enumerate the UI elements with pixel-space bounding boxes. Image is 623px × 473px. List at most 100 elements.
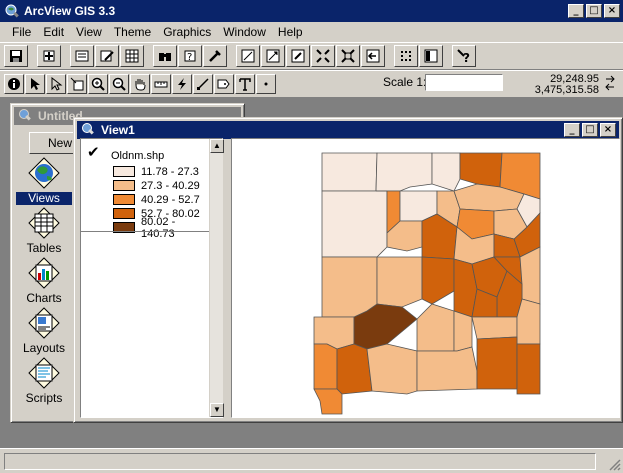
app-title: ArcView GIS 3.3 xyxy=(24,4,116,18)
doc-type-layouts-label: Layouts xyxy=(22,341,66,355)
zoom-out-icon[interactable] xyxy=(336,45,360,67)
edit-legend-icon[interactable] xyxy=(95,45,119,67)
identify-icon[interactable] xyxy=(4,74,24,94)
project-window-icon xyxy=(18,108,34,124)
table-of-contents: ✔ Oldnm.shp 11.78 - 27.3 27.3 - 40.29 40… xyxy=(80,138,224,418)
scripts-icon xyxy=(27,356,61,390)
legend-swatch-1 xyxy=(113,166,135,177)
select-feature-icon[interactable] xyxy=(67,74,87,94)
menu-window[interactable]: Window xyxy=(217,25,272,39)
maximize-button[interactable]: □ xyxy=(586,4,602,18)
add-theme-icon[interactable] xyxy=(37,45,61,67)
menu-bar: File Edit View Theme Graphics Window Hel… xyxy=(0,22,623,42)
status-message xyxy=(4,453,596,470)
menu-edit[interactable]: Edit xyxy=(37,25,70,39)
theme-visible-checkbox[interactable]: ✔ xyxy=(87,144,103,160)
view-maximize-button[interactable]: □ xyxy=(582,123,598,137)
resize-grip-icon[interactable] xyxy=(607,457,621,471)
find-icon[interactable] xyxy=(153,45,177,67)
legend-class-1: 11.78 - 27.3 xyxy=(113,165,199,178)
app-title-bar[interactable]: ArcView GIS 3.3 _ □ × xyxy=(0,0,623,22)
zoom-out-tool-icon[interactable] xyxy=(109,74,129,94)
zoom-to-selected-icon[interactable] xyxy=(286,45,310,67)
charts-icon xyxy=(27,256,61,290)
menu-view[interactable]: View xyxy=(70,25,108,39)
coordinate-y: 3,475,315.58 xyxy=(534,84,599,96)
clear-selected-icon[interactable] xyxy=(419,45,443,67)
view-window: View1 _ □ × ✔ Oldnm.shp 11.78 - 27.3 27.… xyxy=(73,117,623,423)
doc-type-tables-label: Tables xyxy=(26,241,62,255)
close-button[interactable]: × xyxy=(604,4,620,18)
theme-properties-icon[interactable] xyxy=(70,45,94,67)
scroll-up-button[interactable]: ▲ xyxy=(210,139,224,153)
legend-swatch-2 xyxy=(113,180,135,191)
pointer-icon[interactable] xyxy=(25,74,45,94)
document-type-list: Views Tables Charts Layouts Scripts xyxy=(16,152,72,410)
map-display[interactable] xyxy=(231,138,620,418)
text-icon[interactable] xyxy=(235,74,255,94)
theme-entry[interactable]: ✔ Oldnm.shp 11.78 - 27.3 27.3 - 40.29 40… xyxy=(83,141,209,240)
arcview-globe-icon xyxy=(4,3,20,19)
coordinate-arrows-icon xyxy=(605,75,615,91)
hot-link-icon[interactable] xyxy=(172,74,192,94)
zoom-to-full-extent-icon[interactable] xyxy=(236,45,260,67)
tool-bar: Scale 1: 29,248.95 3,475,315.58 xyxy=(0,70,623,98)
svg-text:?: ? xyxy=(463,51,470,64)
minimize-button[interactable]: _ xyxy=(568,4,584,18)
help-icon[interactable]: ? xyxy=(452,45,476,67)
view-window-title: View1 xyxy=(101,123,135,137)
svg-text:?: ? xyxy=(187,52,192,63)
select-by-graphic-icon[interactable] xyxy=(394,45,418,67)
doc-type-scripts-label: Scripts xyxy=(25,391,63,405)
legend-label-3: 40.29 - 52.7 xyxy=(141,193,200,206)
theme-name: Oldnm.shp xyxy=(111,150,165,162)
legend-class-3: 40.29 - 52.7 xyxy=(113,193,200,206)
toc-divider xyxy=(81,231,209,232)
layouts-icon xyxy=(27,306,61,340)
locate-address-icon[interactable]: ? xyxy=(178,45,202,67)
status-bar xyxy=(0,448,623,473)
doc-type-charts-label: Charts xyxy=(26,291,62,305)
save-icon[interactable] xyxy=(4,45,28,67)
menu-theme[interactable]: Theme xyxy=(108,25,157,39)
legend-class-2: 27.3 - 40.29 xyxy=(113,179,200,192)
view-minimize-button[interactable]: _ xyxy=(564,123,580,137)
vertex-edit-icon[interactable] xyxy=(46,74,66,94)
doc-type-views[interactable]: Views xyxy=(16,156,72,206)
draw-point-icon[interactable] xyxy=(256,74,276,94)
doc-type-scripts[interactable]: Scripts xyxy=(16,356,72,406)
measure-icon[interactable] xyxy=(151,74,171,94)
scroll-down-button[interactable]: ▼ xyxy=(210,403,224,417)
legend-class-5: 80.02 - 140.73 xyxy=(113,216,209,240)
label-icon[interactable] xyxy=(214,74,234,94)
toc-scrollbar[interactable]: ▲ ▼ xyxy=(209,139,224,417)
legend-swatch-4 xyxy=(113,208,135,219)
view-close-button[interactable]: × xyxy=(600,123,616,137)
button-bar: ? ? xyxy=(0,42,623,70)
view-window-icon xyxy=(81,122,97,138)
legend-label-5: 80.02 - 140.73 xyxy=(141,215,176,240)
doc-type-layouts[interactable]: Layouts xyxy=(16,306,72,356)
zoom-previous-icon[interactable] xyxy=(361,45,385,67)
menu-help[interactable]: Help xyxy=(272,25,309,39)
doc-type-tables[interactable]: Tables xyxy=(16,206,72,256)
query-builder-icon[interactable] xyxy=(203,45,227,67)
doc-type-charts[interactable]: Charts xyxy=(16,256,72,306)
open-table-icon[interactable] xyxy=(120,45,144,67)
scale-input[interactable] xyxy=(425,74,503,91)
coordinate-display: 29,248.95 3,475,315.58 xyxy=(535,74,599,96)
pan-icon[interactable] xyxy=(130,74,150,94)
menu-file[interactable]: File xyxy=(6,25,37,39)
zoom-in-tool-icon[interactable] xyxy=(88,74,108,94)
menu-graphics[interactable]: Graphics xyxy=(157,25,217,39)
zoom-to-themes-icon[interactable] xyxy=(261,45,285,67)
legend-swatch-3 xyxy=(113,194,135,205)
legend-label-1: 11.78 - 27.3 xyxy=(141,165,199,178)
area-of-interest-icon[interactable] xyxy=(193,74,213,94)
tables-icon xyxy=(27,206,61,240)
view-window-title-bar[interactable]: View1 _ □ × xyxy=(77,121,619,139)
county-map xyxy=(313,152,541,415)
legend-label-2: 27.3 - 40.29 xyxy=(141,179,200,192)
scale-label: Scale 1: xyxy=(383,75,427,89)
zoom-in-icon[interactable] xyxy=(311,45,335,67)
